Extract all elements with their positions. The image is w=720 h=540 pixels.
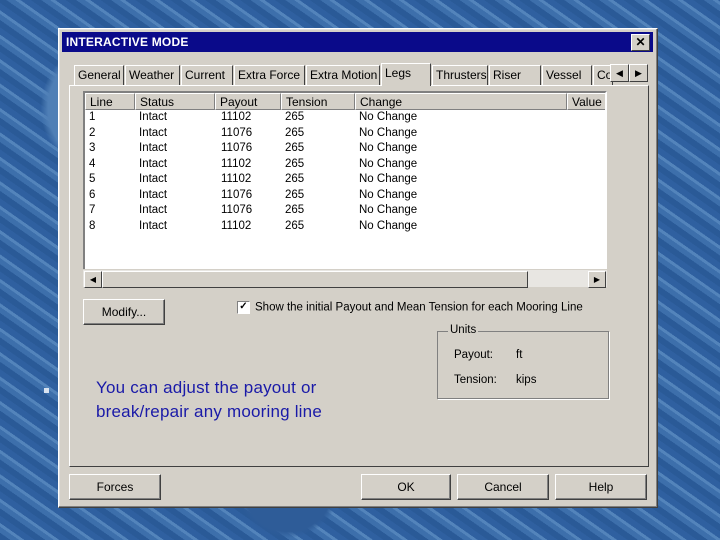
cell-payout: 11076 [221, 142, 253, 154]
column-header-payout[interactable]: Payout [215, 93, 281, 110]
tab-current[interactable]: Current [181, 65, 233, 85]
cell-status: Intact [139, 219, 168, 232]
table-row[interactable]: 4 Intact 11102 265 No Change [85, 157, 605, 173]
slide-caption: You can adjust the payout or break/repai… [96, 378, 322, 421]
tab-scroll-left-icon[interactable]: ◀ [610, 64, 629, 82]
cell-status: Intact [139, 157, 168, 170]
cell-line: 6 [89, 188, 96, 201]
table-header: Line Status Payout Tension Change Value [85, 93, 605, 110]
cell-tension: 265 [285, 126, 305, 139]
tab-extra-motion[interactable]: Extra Motion [306, 65, 380, 85]
close-icon[interactable]: ✕ [631, 34, 650, 51]
mooring-lines-table[interactable]: Line Status Payout Tension Change Value … [83, 91, 607, 287]
units-group: Units Payout: ft Tension: kips [437, 324, 609, 399]
column-header-change[interactable]: Change [355, 93, 567, 110]
payout-unit-label: Payout: [454, 349, 493, 361]
slide-bullet [44, 388, 49, 393]
title-bar: INTERACTIVE MODE ✕ [62, 32, 653, 52]
column-header-status[interactable]: Status [135, 93, 215, 110]
tab-legs[interactable]: Legs [381, 63, 431, 86]
cell-tension: 265 [285, 188, 305, 201]
cell-payout: 11076 [221, 188, 253, 201]
cell-payout: 11076 [221, 126, 253, 139]
cell-tension: 265 [285, 142, 305, 154]
cell-tension: 265 [285, 204, 305, 216]
interactive-mode-dialog: INTERACTIVE MODE ✕ General Weather Curre… [58, 28, 658, 508]
tab-weather[interactable]: Weather [125, 65, 180, 85]
table-row[interactable]: 1 Intact 11102 265 No Change [85, 110, 605, 126]
cell-line: 5 [89, 173, 96, 185]
tension-unit-label: Tension: [454, 374, 497, 386]
units-legend: Units [448, 324, 479, 336]
table-row[interactable]: 6 Intact 11076 265 No Change [85, 188, 605, 204]
window-title: INTERACTIVE MODE [66, 35, 189, 49]
ok-button[interactable]: OK [361, 474, 451, 500]
column-header-value[interactable]: Value [567, 93, 605, 110]
cell-change: No Change [359, 173, 418, 185]
cell-payout: 11076 [221, 204, 253, 216]
cell-payout: 11102 [221, 219, 252, 232]
column-header-line[interactable]: Line [85, 93, 135, 110]
help-button[interactable]: Help [555, 474, 647, 500]
cell-change: No Change [359, 111, 418, 123]
table-horizontal-scrollbar[interactable]: ◀ ▶ [83, 269, 607, 288]
cell-line: 7 [89, 204, 96, 216]
cell-tension: 265 [285, 173, 305, 185]
tab-strip: General Weather Current Extra Force Extr… [74, 63, 654, 86]
cell-line: 4 [89, 157, 96, 170]
scroll-left-icon[interactable]: ◀ [84, 271, 102, 288]
cell-change: No Change [359, 188, 418, 201]
cell-line: 2 [89, 126, 96, 139]
table-row[interactable]: 7 Intact 11076 265 No Change [85, 203, 605, 219]
cell-tension: 265 [285, 219, 305, 232]
scroll-right-icon[interactable]: ▶ [588, 271, 606, 288]
cell-change: No Change [359, 204, 418, 216]
table-row[interactable]: 8 Intact 11102 265 No Change [85, 219, 605, 235]
table-row[interactable]: 5 Intact 11102 265 No Change [85, 172, 605, 188]
cell-change: No Change [359, 142, 418, 154]
cell-tension: 265 [285, 157, 305, 170]
show-initial-checkbox[interactable]: ✓ [237, 301, 250, 314]
show-initial-checkbox-row[interactable]: ✓ Show the initial Payout and Mean Tensio… [237, 301, 583, 317]
cell-status: Intact [139, 126, 168, 139]
tab-vessel[interactable]: Vessel [542, 65, 592, 85]
cell-change: No Change [359, 219, 418, 232]
cell-change: No Change [359, 126, 418, 139]
cell-line: 1 [89, 111, 96, 123]
tab-thrusters[interactable]: Thrusters [432, 65, 488, 85]
payout-unit-value: ft [516, 349, 523, 361]
column-header-tension[interactable]: Tension [281, 93, 355, 110]
cancel-button[interactable]: Cancel [457, 474, 549, 500]
modify-button[interactable]: Modify... [83, 299, 165, 325]
show-initial-label: Show the initial Payout and Mean Tension… [255, 301, 583, 314]
tab-scroll-right-icon[interactable]: ▶ [629, 64, 648, 82]
cell-status: Intact [139, 173, 168, 185]
scrollbar-thumb[interactable] [102, 271, 528, 288]
cell-line: 8 [89, 219, 96, 232]
table-row[interactable]: 2 Intact 11076 265 No Change [85, 126, 605, 142]
tab-general[interactable]: General [74, 65, 124, 85]
cell-payout: 11102 [221, 111, 252, 123]
cell-tension: 265 [285, 111, 305, 123]
cell-status: Intact [139, 204, 168, 216]
cell-change: No Change [359, 157, 418, 170]
tab-riser[interactable]: Riser [489, 65, 541, 85]
tension-unit-value: kips [516, 374, 537, 386]
table-row[interactable]: 3 Intact 11076 265 No Change [85, 141, 605, 157]
tab-extra-force[interactable]: Extra Force [234, 65, 305, 85]
cell-payout: 11102 [221, 157, 252, 170]
cell-payout: 11102 [221, 173, 252, 185]
cell-status: Intact [139, 142, 168, 154]
cell-status: Intact [139, 111, 168, 123]
cell-status: Intact [139, 188, 168, 201]
forces-button[interactable]: Forces [69, 474, 161, 500]
cell-line: 3 [89, 142, 96, 154]
